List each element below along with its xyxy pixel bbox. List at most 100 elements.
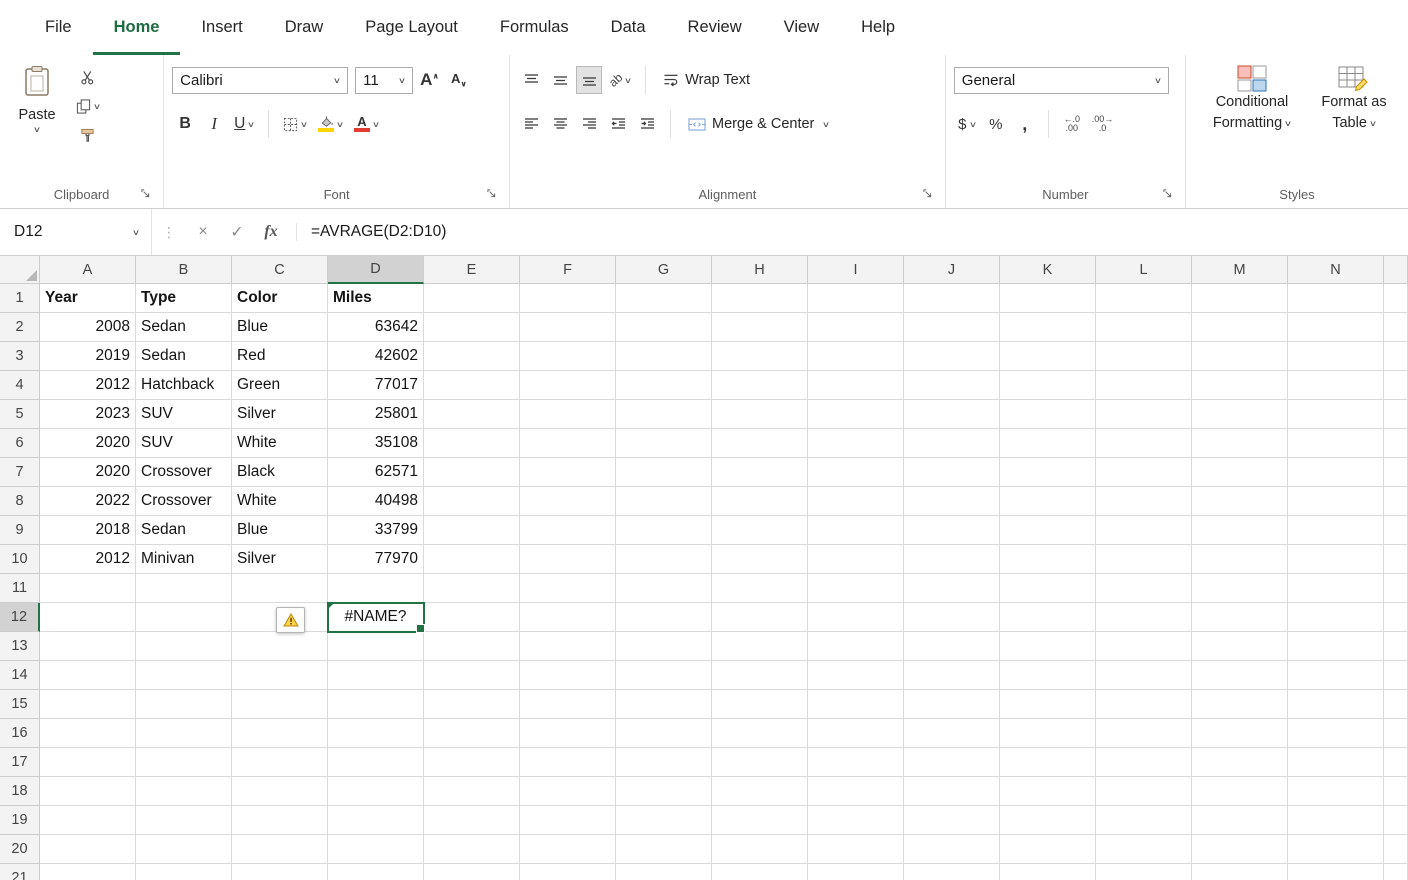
cell-D12[interactable]: #NAME?: [328, 603, 424, 632]
cell-H17[interactable]: [712, 748, 808, 777]
cell-L15[interactable]: [1096, 690, 1192, 719]
cell-E16[interactable]: [424, 719, 520, 748]
cell-A6[interactable]: 2020: [40, 429, 136, 458]
cell-G5[interactable]: [616, 400, 712, 429]
cell-L21[interactable]: [1096, 864, 1192, 880]
top-align-button[interactable]: [518, 66, 544, 94]
cell-L17[interactable]: [1096, 748, 1192, 777]
cell-H2[interactable]: [712, 313, 808, 342]
cell-D16[interactable]: [328, 719, 424, 748]
column-header-E[interactable]: E: [424, 256, 520, 284]
cell-A8[interactable]: 2022: [40, 487, 136, 516]
cell-M4[interactable]: [1192, 371, 1288, 400]
cell-J6[interactable]: [904, 429, 1000, 458]
cell-H18[interactable]: [712, 777, 808, 806]
cell-F19[interactable]: [520, 806, 616, 835]
cell-B19[interactable]: [136, 806, 232, 835]
cell-F7[interactable]: [520, 458, 616, 487]
cell-E10[interactable]: [424, 545, 520, 574]
cell-E2[interactable]: [424, 313, 520, 342]
cell-J19[interactable]: [904, 806, 1000, 835]
cell-E3[interactable]: [424, 342, 520, 371]
cell-K5[interactable]: [1000, 400, 1096, 429]
cell-F6[interactable]: [520, 429, 616, 458]
row-header-3[interactable]: 3: [0, 342, 40, 371]
row-header-4[interactable]: 4: [0, 371, 40, 400]
column-header-I[interactable]: I: [808, 256, 904, 284]
cell-I12[interactable]: [808, 603, 904, 632]
merge-center-button[interactable]: Merge & Center ∨: [681, 110, 836, 138]
name-box[interactable]: D12 ∨: [0, 209, 152, 255]
row-header-15[interactable]: 15: [0, 690, 40, 719]
cell-I2[interactable]: [808, 313, 904, 342]
cell-G18[interactable]: [616, 777, 712, 806]
cell-I4[interactable]: [808, 371, 904, 400]
cell-I9[interactable]: [808, 516, 904, 545]
cell-K20[interactable]: [1000, 835, 1096, 864]
column-header-H[interactable]: H: [712, 256, 808, 284]
cell-M1[interactable]: [1192, 284, 1288, 313]
cell-F3[interactable]: [520, 342, 616, 371]
decrease-decimal-button[interactable]: .00→.0: [1088, 110, 1118, 138]
cell-E7[interactable]: [424, 458, 520, 487]
cell-J20[interactable]: [904, 835, 1000, 864]
cell-F2[interactable]: [520, 313, 616, 342]
cell-C21[interactable]: [232, 864, 328, 880]
cell-I19[interactable]: [808, 806, 904, 835]
cell-M10[interactable]: [1192, 545, 1288, 574]
cell-N8[interactable]: [1288, 487, 1384, 516]
row-header-1[interactable]: 1: [0, 284, 40, 313]
cell-G14[interactable]: [616, 661, 712, 690]
cell-F20[interactable]: [520, 835, 616, 864]
cell-G7[interactable]: [616, 458, 712, 487]
cell-K4[interactable]: [1000, 371, 1096, 400]
row-header-8[interactable]: 8: [0, 487, 40, 516]
cell-D6[interactable]: 35108: [328, 429, 424, 458]
cell-N5[interactable]: [1288, 400, 1384, 429]
cell-F12[interactable]: [520, 603, 616, 632]
cell-I7[interactable]: [808, 458, 904, 487]
cell-A9[interactable]: 2018: [40, 516, 136, 545]
cell-B11[interactable]: [136, 574, 232, 603]
row-header-20[interactable]: 20: [0, 835, 40, 864]
cell-E19[interactable]: [424, 806, 520, 835]
cell-D5[interactable]: 25801: [328, 400, 424, 429]
cell-J12[interactable]: [904, 603, 1000, 632]
select-all-button[interactable]: [0, 256, 40, 284]
cell-B12[interactable]: [136, 603, 232, 632]
cell-F17[interactable]: [520, 748, 616, 777]
cell-I20[interactable]: [808, 835, 904, 864]
cell-G11[interactable]: [616, 574, 712, 603]
cell-N12[interactable]: [1288, 603, 1384, 632]
cell-I8[interactable]: [808, 487, 904, 516]
cell-I6[interactable]: [808, 429, 904, 458]
cell-K15[interactable]: [1000, 690, 1096, 719]
cell-K21[interactable]: [1000, 864, 1096, 880]
cell-D19[interactable]: [328, 806, 424, 835]
cell-N16[interactable]: [1288, 719, 1384, 748]
cell-F9[interactable]: [520, 516, 616, 545]
column-header-G[interactable]: G: [616, 256, 712, 284]
cell-B18[interactable]: [136, 777, 232, 806]
cell-B10[interactable]: Minivan: [136, 545, 232, 574]
cell-K14[interactable]: [1000, 661, 1096, 690]
cell-A16[interactable]: [40, 719, 136, 748]
cell-C2[interactable]: Blue: [232, 313, 328, 342]
wrap-text-button[interactable]: Wrap Text: [656, 66, 757, 94]
cell-N18[interactable]: [1288, 777, 1384, 806]
cell-L1[interactable]: [1096, 284, 1192, 313]
menu-item-draw[interactable]: Draw: [264, 0, 345, 55]
cell-J8[interactable]: [904, 487, 1000, 516]
cell-K9[interactable]: [1000, 516, 1096, 545]
cell-K8[interactable]: [1000, 487, 1096, 516]
bottom-align-button[interactable]: [576, 66, 602, 94]
cell-C18[interactable]: [232, 777, 328, 806]
cell-N1[interactable]: [1288, 284, 1384, 313]
cell-C19[interactable]: [232, 806, 328, 835]
row-header-18[interactable]: 18: [0, 777, 40, 806]
middle-align-button[interactable]: [547, 66, 573, 94]
cell-N13[interactable]: [1288, 632, 1384, 661]
cell-D8[interactable]: 40498: [328, 487, 424, 516]
cell-N4[interactable]: [1288, 371, 1384, 400]
cell-D17[interactable]: [328, 748, 424, 777]
